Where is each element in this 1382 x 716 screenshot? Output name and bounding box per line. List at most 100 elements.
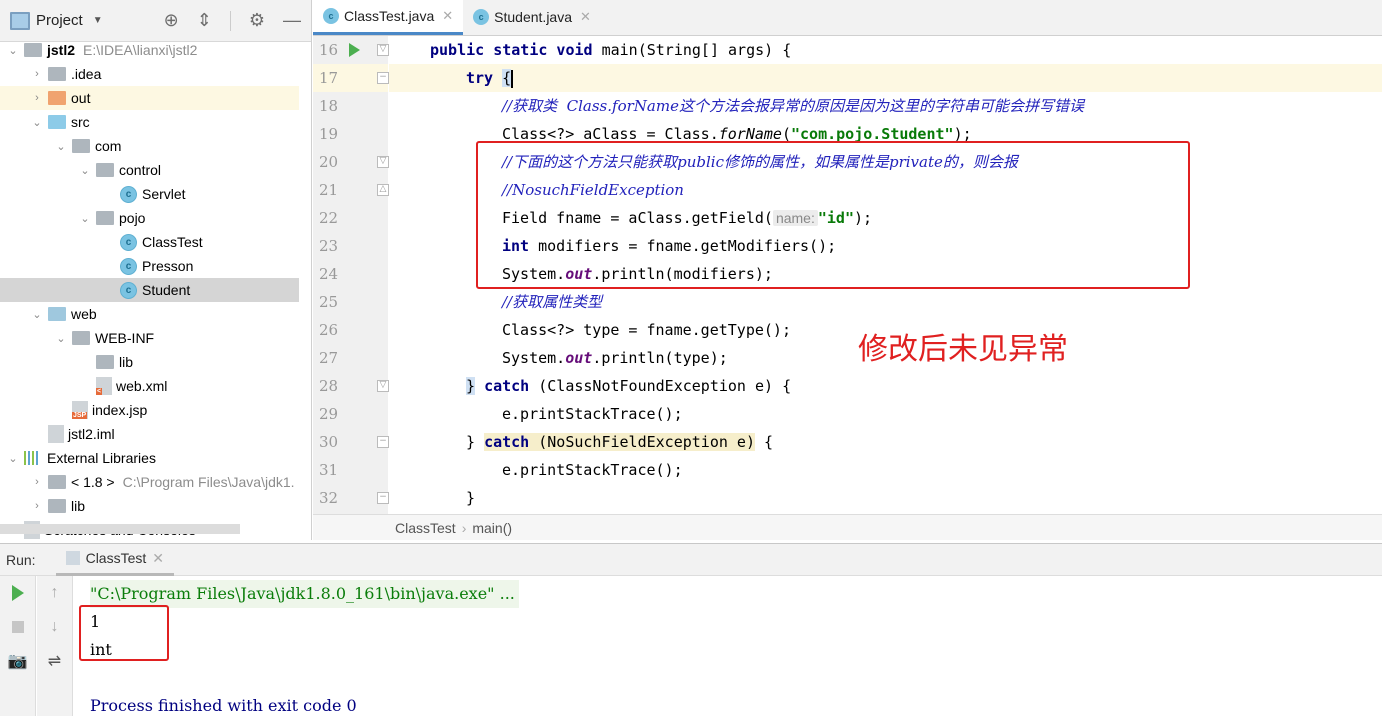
editor-tabs: c ClassTest.java ✕ c Student.java ✕: [313, 0, 1382, 36]
fold-marker-icon[interactable]: △: [377, 184, 389, 196]
project-view-selector[interactable]: Project: [36, 12, 83, 29]
breadcrumb-item-class[interactable]: ClassTest: [395, 520, 456, 536]
gear-icon[interactable]: ⚙: [249, 10, 265, 31]
fold-marker-icon[interactable]: ▽: [377, 44, 389, 56]
class-icon: c: [120, 257, 137, 275]
tree-item[interactable]: › < 1.8 > C:\Program Files\Java\jdk1.: [0, 470, 299, 494]
console-finish-line: Process finished with exit code 0: [90, 696, 357, 715]
chevron-right-icon[interactable]: ›: [30, 68, 44, 80]
chevron-down-icon[interactable]: ⌄: [6, 452, 20, 465]
ide-window: Project ▼ ⊕ ⇕ ⚙ — ⌄ jstl2 E:\IDEA\lianxi\j…: [0, 0, 1382, 716]
console-output-line: 1: [90, 612, 101, 631]
annotation-highlight-box: [476, 141, 1190, 289]
run-tab-classtest[interactable]: ClassTest ✕: [55, 544, 174, 576]
collapse-all-icon[interactable]: ⇕: [197, 10, 212, 31]
tree-item[interactable]: ⌄ com: [0, 134, 299, 158]
project-view-icon: [10, 11, 30, 30]
tree-item-path: C:\Program Files\Java\jdk1.: [122, 474, 295, 490]
tree-item[interactable]: < web.xml: [0, 374, 299, 398]
tree-item[interactable]: › out: [0, 86, 299, 110]
tree-item[interactable]: ⌄ External Libraries: [0, 446, 299, 470]
stop-button[interactable]: [0, 610, 35, 644]
class-runnable-icon: c: [323, 7, 339, 24]
tree-item[interactable]: JSP index.jsp: [0, 398, 299, 422]
tab-classtest-java[interactable]: c ClassTest.java ✕: [313, 0, 464, 35]
tree-item[interactable]: lib: [0, 350, 299, 374]
chevron-right-icon[interactable]: ›: [30, 500, 44, 512]
package-icon: [96, 211, 114, 225]
chevron-down-icon[interactable]: ⌄: [30, 116, 44, 129]
class-icon: c: [120, 185, 137, 203]
scroll-up-button[interactable]: ↑: [37, 576, 72, 610]
fold-marker-icon[interactable]: −: [377, 72, 389, 84]
console-toolbar: ↑ ↓ ⇌: [37, 576, 73, 716]
chevron-down-icon[interactable]: ⌄: [54, 140, 68, 153]
chevron-down-icon[interactable]: ⌄: [78, 164, 92, 177]
tree-item[interactable]: ⌄ control: [0, 158, 299, 182]
close-icon[interactable]: ✕: [442, 8, 453, 24]
chevron-down-icon[interactable]: ⌄: [30, 308, 44, 321]
tree-item[interactable]: ⌄ web: [0, 302, 299, 326]
tree-item-path: E:\IDEA\lianxi\jstl2: [83, 42, 198, 58]
tree-item[interactable]: c Servlet: [0, 182, 299, 206]
scroll-down-button[interactable]: ↓: [37, 610, 72, 644]
line-number: 20 ▽: [313, 148, 389, 176]
class-runnable-icon: c: [120, 233, 137, 251]
breadcrumb-item-method[interactable]: main(): [472, 520, 512, 536]
chevron-down-icon[interactable]: ▼: [93, 15, 103, 26]
tree-item[interactable]: ⌄ src: [0, 110, 299, 134]
tree-item[interactable]: › lib: [0, 494, 299, 518]
camera-icon: 📷: [7, 653, 28, 670]
code-line-32: }: [466, 489, 476, 507]
tree-item-label: out: [71, 90, 91, 106]
tree-item[interactable]: c Presson: [0, 254, 299, 278]
line-number: 29: [319, 405, 339, 423]
line-number: 31: [319, 461, 339, 479]
code-line-16: public static void main(String[] args) {: [430, 41, 792, 59]
console-command-line: "C:\Program Files\Java\jdk1.8.0_161\bin\…: [90, 580, 519, 608]
chevron-down-icon[interactable]: ⌄: [6, 44, 20, 57]
line-number: 21 △: [313, 176, 389, 204]
fold-marker-icon[interactable]: −: [377, 436, 389, 448]
chevron-down-icon[interactable]: ⌄: [54, 332, 68, 345]
tree-item-label: .idea: [71, 66, 102, 82]
tree-item[interactable]: ⌄ jstl2 E:\IDEA\lianxi\jstl2: [0, 38, 299, 62]
folder-icon: [48, 91, 66, 105]
fold-marker-icon[interactable]: ▽: [377, 156, 389, 168]
soft-wrap-button[interactable]: ⇌: [37, 644, 72, 678]
tree-item-label: Student: [142, 282, 191, 298]
tree-item[interactable]: c ClassTest: [0, 230, 299, 254]
chevron-right-icon[interactable]: ›: [30, 476, 44, 488]
chevron-right-icon: ›: [461, 519, 467, 536]
tree-item[interactable]: ⌄ WEB-INF: [0, 326, 299, 350]
chevron-down-icon[interactable]: ⌄: [78, 212, 92, 225]
package-icon: [72, 139, 90, 153]
console-output[interactable]: "C:\Program Files\Java\jdk1.8.0_161\bin\…: [90, 580, 1382, 716]
code-line-17: try {: [389, 64, 1382, 92]
line-number: 22: [319, 209, 339, 227]
rerun-button[interactable]: [0, 576, 35, 610]
tree-item[interactable]: c Student: [0, 278, 299, 302]
chevron-right-icon[interactable]: ›: [30, 92, 44, 104]
run-gutter-icon[interactable]: [349, 43, 360, 57]
locate-icon[interactable]: ⊕: [164, 10, 179, 31]
close-icon[interactable]: ✕: [152, 550, 164, 567]
fold-marker-icon[interactable]: −: [377, 492, 389, 504]
tree-item-label: web: [71, 306, 97, 322]
screenshot-button[interactable]: 📷: [0, 644, 35, 678]
line-number: 24: [319, 265, 339, 283]
horizontal-scrollbar[interactable]: [0, 524, 240, 534]
code-line-18: //获取类 Class.forName这个方法会报异常的原因是因为这里的字符串可…: [502, 97, 1084, 115]
close-icon[interactable]: ✕: [580, 9, 591, 25]
minimize-icon[interactable]: —: [283, 10, 301, 31]
tree-item-label: lib: [71, 498, 86, 514]
tree-item[interactable]: ⌄ pojo: [0, 206, 299, 230]
tree-item[interactable]: › .idea: [0, 62, 299, 86]
line-number: 27: [319, 349, 339, 367]
line-number: 32−: [313, 484, 389, 512]
fold-marker-icon[interactable]: ▽: [377, 380, 389, 392]
iml-file-icon: [48, 425, 64, 443]
tab-student-java[interactable]: c Student.java ✕: [463, 0, 601, 35]
tree-item[interactable]: jstl2.iml: [0, 422, 299, 446]
matched-brace: {: [502, 69, 512, 87]
